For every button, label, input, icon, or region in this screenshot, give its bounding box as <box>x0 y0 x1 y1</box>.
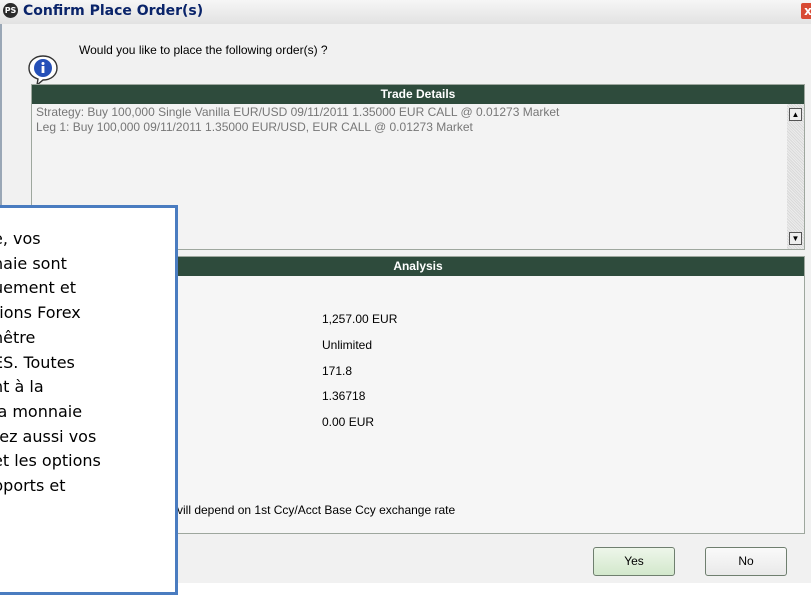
translation-callout: e, vos naie sont uement et tions Forex n… <box>0 205 178 595</box>
callout-line: e, vos <box>0 229 41 248</box>
app-logo-icon: PS <box>3 3 18 18</box>
scroll-down-icon[interactable]: ▼ <box>789 232 802 245</box>
analysis-value: 171.8 <box>322 364 353 378</box>
analysis-footnote: vill depend on 1st Ccy/Acct Base Ccy exc… <box>177 503 456 517</box>
callout-line: nêtre <box>0 327 36 347</box>
callout-line: ES. Toutes <box>0 352 75 372</box>
trade-line-strategy: Strategy: Buy 100,000 Single Vanilla EUR… <box>36 105 560 119</box>
callout-line: nt à la <box>0 377 44 397</box>
close-button[interactable]: x <box>801 3 811 19</box>
callout-line: la monnaie <box>0 401 83 421</box>
callout-line: naie sont <box>0 253 67 273</box>
trade-line-leg: Leg 1: Buy 100,000 09/11/2011 1.35000 EU… <box>36 120 473 134</box>
title-bar[interactable]: PS Confirm Place Order(s) x <box>0 0 811 25</box>
trade-details-header: Trade Details <box>32 85 804 104</box>
no-button[interactable]: No <box>705 547 787 576</box>
scroll-up-icon[interactable]: ▲ <box>789 108 802 121</box>
callout-line: tions Forex <box>0 303 81 323</box>
info-icon <box>28 55 58 86</box>
callout-line: pports et <box>0 476 66 496</box>
callout-line: uement et <box>0 278 77 298</box>
confirm-question: Would you like to place the following or… <box>79 43 328 57</box>
trade-details-scrollbar[interactable]: ▲ ▼ <box>787 104 804 249</box>
dialog-title: Confirm Place Order(s) <box>23 3 204 19</box>
callout-line: et les options <box>0 451 101 471</box>
analysis-value: 1.36718 <box>322 389 366 403</box>
analysis-value: 0.00 EUR <box>322 415 375 429</box>
callout-line: rez aussi vos <box>0 426 97 446</box>
analysis-value: Unlimited <box>322 338 373 352</box>
yes-button[interactable]: Yes <box>593 547 675 576</box>
analysis-value: 1,257.00 EUR <box>322 312 398 326</box>
